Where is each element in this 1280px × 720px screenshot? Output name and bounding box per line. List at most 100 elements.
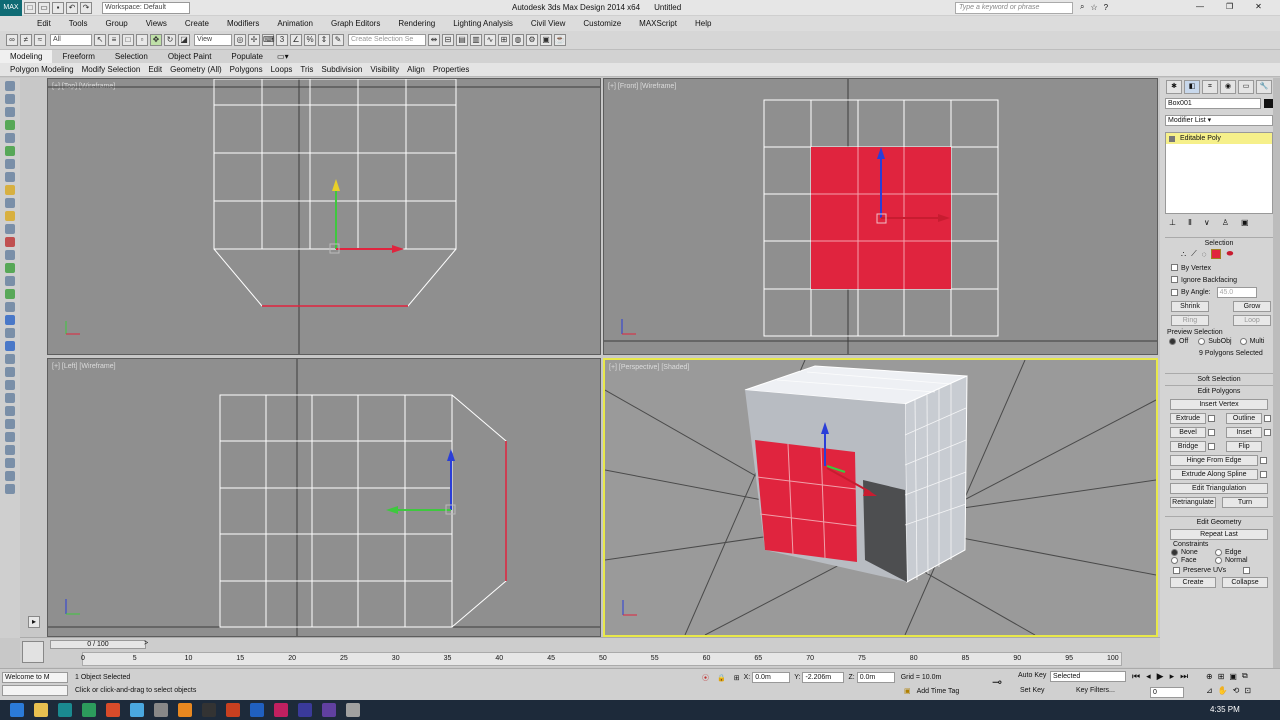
redo-icon[interactable]: ↷ [80, 1, 92, 14]
tool-icon[interactable] [5, 263, 15, 273]
tab-populate[interactable]: Populate [221, 50, 273, 63]
tool-icon[interactable] [5, 471, 15, 481]
expand-icon[interactable] [1169, 135, 1175, 142]
track-bar[interactable]: 0 5 10 15 20 25 30 35 40 45 50 55 60 65 70 75 80 85 90 95 10… [81, 652, 1122, 666]
constraint-none-radio[interactable] [1171, 549, 1178, 556]
viewport-left[interactable]: [+] [Left] [Wireframe] [47, 358, 601, 637]
percent-snap-icon[interactable]: % [304, 34, 316, 46]
edge-mode-icon[interactable]: ⟋ [1191, 249, 1197, 259]
help-icon[interactable]: ? [1104, 3, 1108, 12]
tool-icon[interactable] [5, 107, 15, 117]
menu-animation[interactable]: Animation [268, 16, 322, 31]
windows-start-icon[interactable] [10, 703, 24, 717]
menu-modifiers[interactable]: Modifiers [218, 16, 268, 31]
menu-customize[interactable]: Customize [574, 16, 630, 31]
element-mode-icon[interactable]: ⬬ [1226, 249, 1233, 259]
schematic-view-icon[interactable]: ⊞ [498, 34, 510, 46]
zoom-icon[interactable]: ⊕ [1206, 672, 1213, 681]
current-frame-field[interactable]: 0 [1150, 687, 1184, 698]
x-coordinate-field[interactable]: 0.0m [752, 672, 791, 683]
tool-icon[interactable] [5, 419, 15, 429]
preserve-uvs-settings-icon[interactable] [1243, 567, 1250, 574]
by-vertex-checkbox[interactable] [1171, 264, 1178, 272]
star-icon[interactable]: ☆ [1090, 3, 1097, 12]
open-file-icon[interactable]: ▭ [38, 1, 50, 14]
edit-polygons-rollout[interactable]: Edit Polygons [1165, 385, 1273, 397]
select-object-icon[interactable]: ↖ [94, 34, 106, 46]
link-icon[interactable]: ∞ [6, 34, 18, 46]
indesign-taskbar-icon[interactable] [274, 703, 288, 717]
time-slider[interactable]: 0 / 100 [50, 640, 146, 649]
preview-off-radio[interactable] [1169, 338, 1176, 345]
tool-icon[interactable] [5, 393, 15, 403]
object-color-swatch[interactable] [1264, 99, 1273, 108]
outline-button[interactable]: Outline [1226, 413, 1262, 424]
mini-curve-editor-icon[interactable] [22, 641, 44, 663]
motion-tab-icon[interactable]: ◉ [1220, 80, 1236, 94]
ring-button[interactable]: Ring [1171, 315, 1209, 326]
tool-icon[interactable] [5, 120, 15, 130]
ignore-backfacing-checkbox[interactable] [1171, 276, 1178, 284]
extrude-spline-settings-icon[interactable] [1260, 471, 1267, 478]
menu-civil-view[interactable]: Civil View [522, 16, 575, 31]
create-button[interactable]: Create [1170, 577, 1216, 588]
minimize-icon[interactable]: — [1196, 2, 1204, 11]
extrude-along-spline-button[interactable]: Extrude Along Spline [1170, 469, 1258, 480]
edit-triangulation-button[interactable]: Edit Triangulation [1170, 483, 1268, 494]
isolate-icon[interactable]: ⦿ [702, 673, 709, 683]
panel-tris[interactable]: Tris [296, 63, 317, 77]
tool-icon[interactable] [5, 406, 15, 416]
polygon-mode-icon[interactable] [1211, 249, 1222, 259]
maximize-viewport-icon[interactable]: ⊡ [1244, 686, 1251, 695]
extrude-button[interactable]: Extrude [1170, 413, 1206, 424]
add-time-tag[interactable]: Add Time Tag [917, 688, 960, 695]
bridge-button[interactable]: Bridge [1170, 441, 1206, 452]
app-taskbar-icon[interactable] [346, 703, 360, 717]
outline-settings-icon[interactable] [1264, 415, 1271, 422]
hinge-from-edge-button[interactable]: Hinge From Edge [1170, 455, 1258, 466]
pin-stack-icon[interactable]: ⊥ [1169, 218, 1176, 227]
soft-selection-rollout[interactable]: Soft Selection [1165, 373, 1273, 385]
named-selection-input[interactable]: Create Selection Se [348, 34, 426, 46]
expand-arrow-icon[interactable]: ▸ [28, 616, 40, 628]
app-logo-icon[interactable]: MAX [0, 0, 22, 16]
tool-icon[interactable] [5, 302, 15, 312]
tool-icon[interactable] [5, 159, 15, 169]
configure-sets-icon[interactable]: ▣ [1241, 218, 1249, 227]
tool-icon[interactable] [5, 484, 15, 494]
after-effects-taskbar-icon[interactable] [298, 703, 312, 717]
panel-loops[interactable]: Loops [267, 63, 297, 77]
viewport-front[interactable]: [+] [Front] [Wireframe] [603, 78, 1158, 355]
fov-icon[interactable]: ⊿ [1206, 686, 1213, 695]
tab-modeling[interactable]: Modeling [0, 50, 53, 63]
snaps-toggle-icon[interactable]: 3 [276, 34, 288, 46]
mirror-icon[interactable]: ⇹ [428, 34, 440, 46]
menu-tools[interactable]: Tools [60, 16, 97, 31]
maximize-icon[interactable]: ❐ [1226, 2, 1233, 11]
menu-create[interactable]: Create [176, 16, 218, 31]
vertex-mode-icon[interactable]: ∴ [1181, 250, 1186, 259]
window-crossing-icon[interactable]: ▫ [136, 34, 148, 46]
panel-geometry-all[interactable]: Geometry (All) [166, 63, 226, 77]
tool-icon[interactable] [5, 172, 15, 182]
tool-icon[interactable] [5, 250, 15, 260]
bind-spacewarp-icon[interactable]: ≈ [34, 34, 46, 46]
photoshop-taskbar-icon[interactable] [250, 703, 264, 717]
preview-multi-radio[interactable] [1239, 338, 1247, 345]
3ds-max-taskbar-icon[interactable] [58, 703, 72, 717]
modify-tab-icon[interactable]: ◧ [1184, 80, 1200, 94]
z-coordinate-field[interactable]: 0.0m [856, 672, 895, 683]
edit-geometry-rollout[interactable]: Edit Geometry [1165, 516, 1273, 528]
y-coordinate-field[interactable]: -2.206m [802, 672, 845, 683]
create-tab-icon[interactable]: ✱ [1166, 80, 1182, 94]
zoom-all-icon[interactable]: ⊞ [1218, 672, 1225, 681]
menu-rendering[interactable]: Rendering [389, 16, 444, 31]
maxscript-listener[interactable]: Welcome to M [2, 672, 68, 683]
panel-polygons[interactable]: Polygons [226, 63, 267, 77]
extrude-settings-icon[interactable] [1208, 415, 1215, 422]
bevel-settings-icon[interactable] [1208, 429, 1215, 436]
tool-icon[interactable] [5, 133, 15, 143]
bridge-settings-icon[interactable] [1208, 443, 1215, 450]
go-to-start-icon[interactable]: ⏮ [1132, 671, 1140, 682]
tool-icon[interactable] [5, 445, 15, 455]
